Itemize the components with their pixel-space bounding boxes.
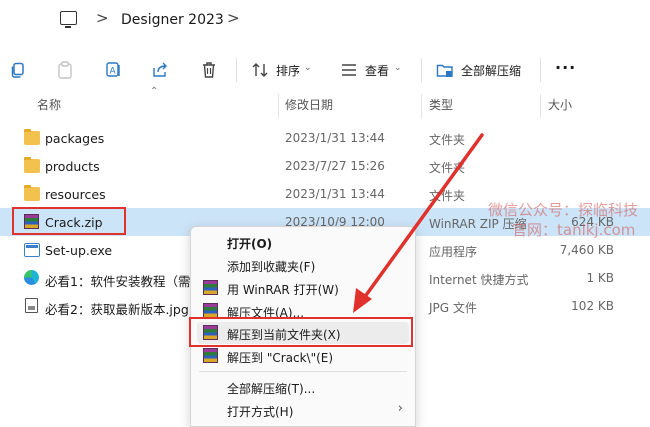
file-row[interactable]: packages 2023/1/31 13:44 文件夹	[0, 124, 650, 152]
menu-item-extract-to-folder[interactable]: 解压到 "Crack\"(E)	[197, 345, 409, 367]
column-header-type[interactable]: 类型	[429, 96, 453, 116]
edge-icon	[24, 270, 39, 285]
command-bar: A 排序 ⌄ 查看 ⌄ 全部解压缩 ···	[0, 52, 650, 88]
image-file-icon	[25, 298, 38, 313]
toolbar-divider	[421, 58, 422, 82]
view-button[interactable]: 查看	[365, 62, 389, 79]
file-name: resources	[45, 187, 106, 202]
menu-item-label: 添加到收藏夹(F)	[227, 260, 316, 274]
chevron-right-icon[interactable]: >	[96, 9, 109, 27]
file-date: 2023/1/31 13:44	[285, 131, 385, 145]
menu-item-add-to-favorites[interactable]: 添加到收藏夹(F)	[197, 254, 409, 276]
column-divider[interactable]	[540, 94, 541, 118]
column-header-size[interactable]: 大小	[548, 96, 572, 116]
sort-button[interactable]: 排序	[276, 62, 300, 79]
chevron-right-icon[interactable]: >	[227, 9, 240, 27]
paste-icon[interactable]	[55, 60, 75, 80]
file-size: 102 KB	[571, 299, 614, 313]
column-header-name[interactable]: 名称	[37, 96, 61, 116]
file-type: 文件夹	[429, 189, 466, 203]
file-name: 必看1：软件安装教程（需联	[45, 274, 190, 289]
chevron-down-icon[interactable]: ⌄	[304, 63, 312, 73]
file-type: Internet 快捷方式	[429, 273, 529, 287]
sort-ascending-icon: ⌃	[150, 86, 159, 97]
svg-text:A: A	[110, 67, 117, 77]
watermark-line: 微信公众号：探临科技	[488, 201, 639, 219]
file-type: 文件夹	[429, 161, 466, 175]
delete-icon[interactable]	[199, 60, 219, 80]
file-size: 7,460 KB	[559, 243, 614, 257]
rename-icon[interactable]: A	[104, 60, 124, 80]
watermark-line: 官网：tanlkj.com	[512, 221, 636, 239]
view-icon[interactable]	[339, 60, 359, 80]
file-type: 应用程序	[429, 245, 478, 259]
exe-icon	[24, 243, 40, 257]
file-size: 1 KB	[586, 271, 614, 285]
file-row[interactable]: products 2023/7/27 15:26 文件夹	[0, 152, 650, 180]
folder-icon	[24, 157, 40, 173]
winrar-icon	[203, 303, 218, 318]
annotation-highlight-box	[12, 207, 126, 235]
menu-item-label: 打开(O)	[227, 237, 273, 251]
column-header-date[interactable]: 修改日期	[285, 96, 333, 116]
file-name: packages	[45, 131, 105, 146]
sort-icon[interactable]	[250, 60, 270, 80]
menu-item-open-with[interactable]: 打开方式(H) ›	[197, 399, 409, 421]
toolbar-divider	[540, 58, 541, 82]
column-divider[interactable]	[278, 94, 279, 118]
chevron-down-icon[interactable]: ⌄	[394, 63, 402, 73]
menu-item-label: 全部解压缩(T)...	[227, 382, 316, 396]
breadcrumb-current-folder[interactable]: Designer 2023	[121, 12, 224, 28]
winrar-icon	[203, 280, 218, 295]
menu-item-extract-all[interactable]: 全部解压缩(T)...	[197, 376, 409, 398]
share-icon[interactable]	[150, 60, 170, 80]
file-type: 文件夹	[429, 133, 466, 147]
file-date: 2023/1/31 13:44	[285, 187, 385, 201]
this-pc-icon[interactable]	[60, 11, 77, 28]
file-type: JPG 文件	[429, 301, 477, 315]
copy-path-icon[interactable]	[8, 60, 28, 80]
annotation-highlight-box	[189, 317, 413, 347]
file-name: Set-up.exe	[45, 243, 113, 258]
extract-all-icon[interactable]	[435, 60, 455, 80]
winrar-icon	[203, 348, 218, 363]
menu-item-label: 打开方式(H)	[227, 405, 294, 419]
toolbar-divider	[236, 58, 237, 82]
file-date: 2023/7/27 15:26	[285, 159, 385, 173]
menu-item-label: 解压到 "Crack\"(E)	[227, 351, 334, 365]
folder-icon	[24, 185, 40, 201]
more-options-button[interactable]: ···	[555, 58, 576, 77]
menu-divider	[199, 371, 407, 372]
file-name: 必看2：获取最新版本.jpg	[45, 302, 189, 317]
extract-all-button[interactable]: 全部解压缩	[461, 62, 521, 79]
folder-icon	[24, 129, 40, 145]
chevron-right-icon: ›	[397, 401, 403, 416]
address-bar: > Designer 2023 >	[0, 0, 650, 42]
file-name: products	[45, 159, 100, 174]
menu-item-open[interactable]: 打开(O)	[197, 231, 409, 253]
column-divider[interactable]	[421, 94, 422, 118]
menu-item-open-with-winrar[interactable]: 用 WinRAR 打开(W)	[197, 277, 409, 299]
menu-item-label: 用 WinRAR 打开(W)	[227, 283, 339, 297]
